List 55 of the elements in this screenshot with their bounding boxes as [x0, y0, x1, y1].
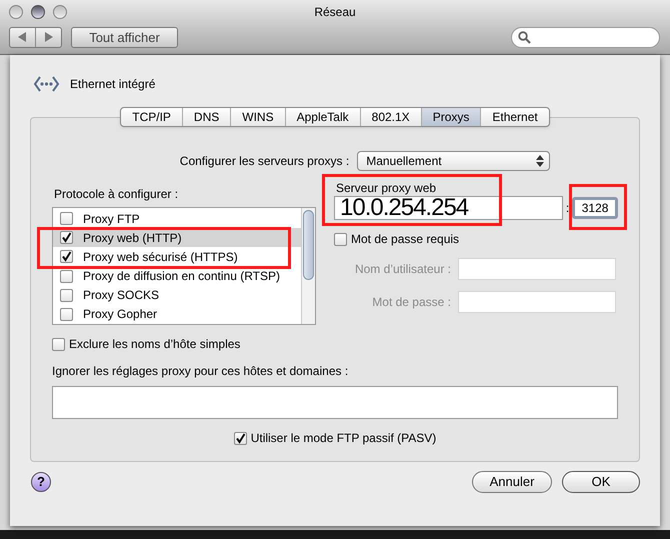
protocol-row[interactable]: Proxy Gopher	[53, 304, 301, 324]
bypass-field[interactable]	[52, 386, 618, 419]
checkmark-icon	[234, 432, 246, 444]
port-field[interactable]: 3128	[572, 197, 618, 219]
protocols-label: Protocole à configurer :	[53, 186, 180, 203]
scrollbar[interactable]	[301, 208, 315, 324]
checkbox[interactable]	[60, 212, 73, 226]
tab[interactable]: Proxys	[420, 108, 480, 126]
close-window-button[interactable]	[9, 5, 23, 19]
password-required-label: Mot de passe requis	[351, 231, 460, 248]
port-separator: :	[566, 200, 570, 217]
tab[interactable]: TCP/IP	[121, 108, 182, 126]
tab[interactable]: DNS	[182, 108, 230, 126]
checkmark-icon	[61, 232, 72, 244]
checkbox[interactable]	[60, 270, 73, 283]
passive-ftp-label: Utiliser le mode FTP passif (PASV)	[250, 430, 436, 447]
configure-dropdown[interactable]: Manuellement	[357, 151, 550, 171]
tab[interactable]: WINS	[230, 108, 285, 126]
dialog-button[interactable]: Annuler	[472, 471, 552, 493]
protocol-row[interactable]: Proxy SOCKS	[53, 286, 301, 305]
back-forward-control[interactable]	[9, 26, 62, 48]
bypass-label: Ignorer les réglages proxy pour ces hôtes et domaines :	[52, 363, 350, 380]
updown-arrows-icon	[536, 155, 544, 167]
checkbox[interactable]	[60, 250, 73, 264]
checkbox[interactable]	[60, 308, 73, 321]
checkmark-icon	[61, 251, 72, 262]
checkbox[interactable]	[60, 288, 73, 302]
service-name: Ethernet intégré	[70, 76, 156, 93]
show-all-button[interactable]: Tout afficher	[71, 26, 178, 48]
tab[interactable]: AppleTalk	[284, 108, 360, 126]
protocol-row[interactable]: Proxy web sécurisé (HTTPS)	[53, 247, 301, 267]
search-icon	[518, 30, 531, 44]
checkbox[interactable]	[60, 231, 73, 244]
checkbox[interactable]	[334, 232, 347, 246]
server-label: Serveur proxy web	[335, 181, 438, 195]
dialog-button[interactable]: OK	[562, 471, 640, 493]
minimize-window-button[interactable]	[31, 5, 45, 19]
protocol-row[interactable]: Proxy de diffusion en continu (RTSP)	[53, 266, 301, 286]
credential-field[interactable]	[458, 258, 616, 280]
exclude-simple-label: Exclure les noms d’hôte simples	[69, 336, 240, 353]
checkbox[interactable]	[52, 338, 65, 350]
credential-label: Mot de passe :	[371, 294, 451, 311]
window-title: Réseau	[314, 4, 356, 21]
tab[interactable]: Ethernet	[480, 108, 549, 126]
server-address-field[interactable]: 10.0.254.254	[334, 196, 563, 220]
network-icon	[33, 74, 60, 94]
help-button[interactable]: ?	[31, 472, 51, 492]
checkbox[interactable]	[234, 432, 247, 444]
protocol-row[interactable]: Proxy FTP	[53, 209, 301, 228]
credential-field[interactable]	[458, 291, 616, 313]
search-field[interactable]	[511, 26, 660, 48]
zoom-window-button[interactable]	[53, 5, 67, 19]
configure-label: Configurer les serveurs proxys :	[180, 153, 350, 170]
annotation-rectangle	[569, 184, 627, 230]
credential-label: Nom d’utilisateur :	[354, 261, 451, 278]
